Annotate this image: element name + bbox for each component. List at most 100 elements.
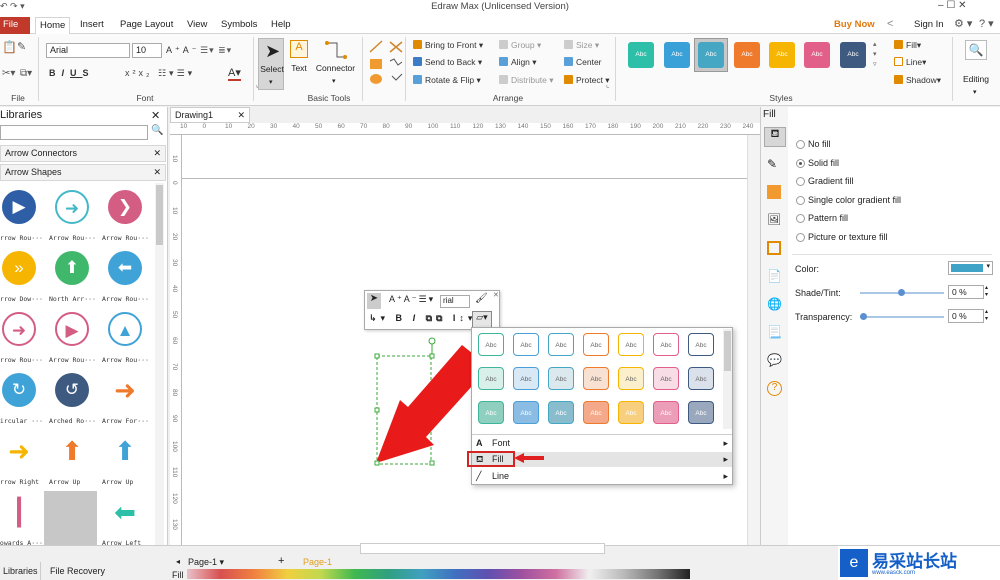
library-section-arrow-connectors[interactable]: Arrow Connectors ✕ bbox=[0, 145, 166, 162]
format-painter-icon[interactable]: ✎ bbox=[17, 42, 26, 53]
library-scrollbar[interactable] bbox=[155, 183, 164, 563]
page-tab[interactable]: Page-1 bbox=[303, 557, 332, 567]
format-painter-icon[interactable]: 🖌 bbox=[475, 293, 488, 304]
fill-bucket-icon[interactable]: ⛾ bbox=[764, 127, 786, 147]
scrollbar-thumb[interactable] bbox=[156, 185, 163, 245]
shade-input[interactable]: 0 % bbox=[948, 285, 984, 299]
menu-item-font[interactable]: A Font ▸ bbox=[472, 436, 732, 451]
library-search-input[interactable] bbox=[0, 125, 148, 140]
shape-chevron-right-icon[interactable]: ❯ bbox=[108, 190, 142, 224]
line-panel-icon[interactable]: ✎ bbox=[767, 157, 777, 171]
shape-double-chevron-icon[interactable]: » bbox=[2, 251, 36, 285]
style-swatch[interactable]: Abc bbox=[583, 401, 609, 424]
shape-arrow-plain-up-icon[interactable]: ⬆ bbox=[55, 434, 89, 468]
font-size-dropdown[interactable]: 10 bbox=[132, 43, 162, 58]
style-swatch[interactable]: Abc bbox=[583, 367, 609, 390]
style-swatch[interactable]: Abc bbox=[734, 42, 760, 68]
editing-button[interactable]: 🔍 Editing ▾ bbox=[960, 38, 992, 96]
style-swatch[interactable]: Abc bbox=[653, 333, 679, 356]
style-swatch[interactable]: Abc bbox=[618, 401, 644, 424]
share-icon[interactable]: < bbox=[883, 17, 895, 34]
align-buttons[interactable]: ☰▾ ≣▾ bbox=[200, 45, 232, 56]
shape-arrow-left-icon[interactable]: ⬅ bbox=[108, 251, 142, 285]
fill-option-radio[interactable] bbox=[796, 140, 805, 149]
scrollbar-thumb[interactable] bbox=[724, 331, 731, 371]
styles-scroll[interactable]: ▴ ▾ ▿ bbox=[873, 40, 877, 70]
shape-play-icon[interactable]: ▶ bbox=[2, 190, 36, 224]
slider-thumb[interactable] bbox=[898, 289, 905, 296]
spinner[interactable]: ▴ ▾ bbox=[985, 285, 988, 299]
fill-option-radio[interactable] bbox=[796, 232, 805, 242]
fill-option-radio[interactable] bbox=[796, 177, 805, 186]
style-swatch[interactable]: Abc bbox=[840, 42, 866, 68]
font-size-buttons[interactable]: A⁺A⁻ bbox=[166, 45, 200, 56]
shape-arrow-forward-icon[interactable]: ➜ bbox=[108, 373, 142, 407]
shade-slider[interactable] bbox=[860, 289, 944, 296]
document-icon[interactable]: 📄 bbox=[767, 269, 782, 283]
search-icon[interactable]: 🔍 bbox=[151, 125, 163, 136]
shadow-panel-icon[interactable] bbox=[767, 185, 781, 199]
tab-help[interactable]: Help bbox=[267, 17, 295, 34]
close-icon[interactable]: ✕ bbox=[493, 291, 499, 299]
pointer-icon[interactable]: ➤ bbox=[367, 293, 381, 309]
shape-triangle-ring-icon[interactable]: ▲ bbox=[108, 312, 142, 346]
page-icon[interactable]: 📃 bbox=[767, 325, 782, 339]
style-swatch[interactable]: Abc bbox=[548, 333, 574, 356]
tab-insert[interactable]: Insert bbox=[76, 17, 108, 34]
color-palette[interactable] bbox=[187, 569, 690, 579]
fill-option-label[interactable]: Gradient fill bbox=[808, 176, 854, 186]
fill-option-label[interactable]: Single color gradient fill bbox=[808, 195, 901, 205]
bring-to-front-button[interactable]: Bring to Front ▾ bbox=[413, 40, 483, 51]
tab-home[interactable]: Home bbox=[35, 17, 71, 35]
fill-option-label[interactable]: Solid fill bbox=[808, 158, 839, 168]
copy-icon[interactable]: ⧉▾ bbox=[20, 68, 32, 79]
fill-option-label[interactable]: No fill bbox=[808, 139, 831, 149]
style-swatch[interactable]: Abc bbox=[664, 42, 690, 68]
tab-libraries[interactable]: Libraries bbox=[3, 566, 38, 576]
style-swatch[interactable]: Abc bbox=[804, 42, 830, 68]
style-swatch[interactable]: Abc bbox=[618, 367, 644, 390]
style-swatch[interactable]: Abc bbox=[653, 401, 679, 424]
popup-scrollbar[interactable] bbox=[723, 329, 732, 429]
connector-tool-button[interactable]: Connector ▾ bbox=[313, 38, 358, 88]
transparency-input[interactable]: 0 % bbox=[948, 309, 984, 323]
style-swatch[interactable]: Abc bbox=[513, 367, 539, 390]
shape-circular-icon[interactable]: ↻ bbox=[2, 373, 36, 407]
buy-now-link[interactable]: Buy Now bbox=[830, 17, 879, 34]
tab-symbols[interactable]: Symbols bbox=[217, 17, 261, 34]
paste-icon[interactable]: 📋 bbox=[2, 41, 17, 53]
select-tool-button[interactable]: ➤ Select ▾ bbox=[258, 38, 284, 90]
protect-button[interactable]: Protect ▾ bbox=[564, 75, 610, 86]
resize-handle[interactable] bbox=[374, 460, 380, 466]
close-icon[interactable]: ✕ bbox=[151, 109, 160, 122]
slider-thumb[interactable] bbox=[860, 313, 867, 320]
style-swatch[interactable]: Abc bbox=[769, 42, 795, 68]
center-button[interactable]: Center bbox=[564, 57, 602, 68]
resize-handle[interactable] bbox=[429, 353, 435, 359]
style-swatch[interactable]: Abc bbox=[698, 42, 724, 68]
comment-icon[interactable]: 💬 bbox=[767, 353, 782, 367]
library-section-arrow-shapes[interactable]: Arrow Shapes ✕ bbox=[0, 164, 166, 181]
mini-font-dropdown[interactable]: rial bbox=[440, 295, 470, 308]
fill-option-radio[interactable] bbox=[796, 158, 805, 168]
style-swatch[interactable]: Abc bbox=[478, 367, 504, 390]
arrange-dialog-launcher[interactable]: ⌞ bbox=[606, 79, 610, 90]
layer-icon[interactable] bbox=[767, 241, 781, 255]
shape-arrow-right-icon[interactable]: ➜ bbox=[55, 190, 89, 224]
image-icon[interactable]: 🖼 bbox=[767, 213, 781, 226]
page-selector[interactable]: Page-1 ▾ bbox=[188, 557, 224, 568]
style-swatch[interactable]: Abc bbox=[548, 367, 574, 390]
globe-icon[interactable]: 🌐 bbox=[767, 297, 782, 311]
resize-handle[interactable] bbox=[374, 407, 380, 413]
distribute-button[interactable]: Distribute ▾ bbox=[499, 75, 554, 86]
shape-arrow-up-icon[interactable]: ⬆ bbox=[55, 251, 89, 285]
red-arrow-shape[interactable] bbox=[372, 335, 482, 467]
fill-option-label[interactable]: Pattern fill bbox=[808, 213, 848, 223]
shape-arrow-right-ring-icon[interactable]: ➜ bbox=[2, 312, 36, 346]
group-button[interactable]: Group ▾ bbox=[499, 40, 541, 51]
rotate-flip-button[interactable]: Rotate & Flip ▾ bbox=[413, 75, 481, 86]
quick-access-toolbar[interactable]: ↶ ↷ ▾ bbox=[0, 1, 70, 13]
style-swatch[interactable]: Abc bbox=[653, 367, 679, 390]
shape-play-ring-icon[interactable]: ▶ bbox=[55, 312, 89, 346]
tab-view[interactable]: View bbox=[183, 17, 211, 34]
